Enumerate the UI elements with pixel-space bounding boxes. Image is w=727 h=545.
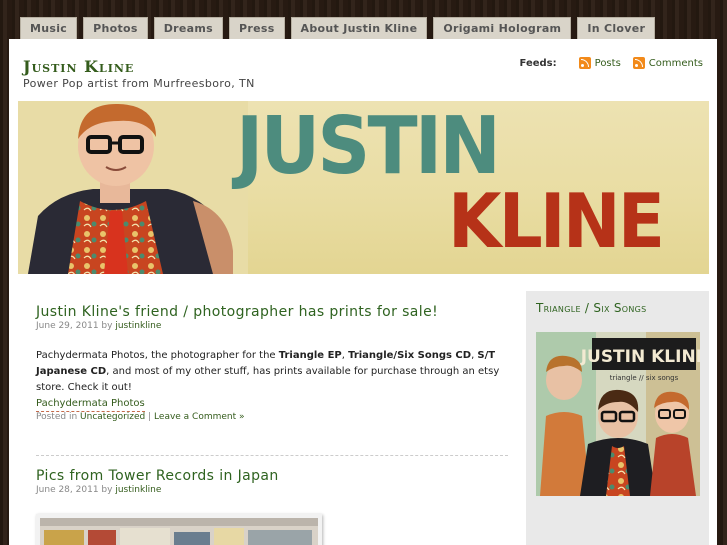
nav-tab-about[interactable]: About Justin Kline (290, 17, 428, 39)
tower-records-photo[interactable] (36, 514, 322, 545)
post-divider (36, 455, 508, 456)
banner-justin-text: JUSTIN (236, 101, 501, 192)
sidebar: Triangle / Six Songs JUSTIN KLINE triang… (526, 291, 709, 545)
posted-in-label: Posted in (36, 412, 78, 422)
album-cover-subtitle: triangle // six songs (610, 374, 679, 382)
site-title-link[interactable]: Justin Kline (23, 57, 134, 76)
post-by: by (101, 321, 113, 331)
feed-posts-link[interactable]: Posts (595, 58, 621, 69)
post-title-link[interactable]: Pics from Tower Records in Japan (36, 468, 279, 484)
post-meta: June 29, 2011 by justinkline (36, 321, 161, 331)
nav-tab-origami-hologram[interactable]: Origami Hologram (433, 17, 572, 39)
category-link[interactable]: Uncategorized (80, 412, 145, 422)
album-cover-text: JUSTIN KLINE (580, 347, 700, 367)
album-cover-image[interactable]: JUSTIN KLINE triangle // six songs (536, 332, 700, 496)
post-by: by (101, 485, 113, 495)
tower-records-photo-image (40, 518, 318, 545)
leave-comment-link[interactable]: Leave a Comment » (154, 412, 244, 422)
post-author-link[interactable]: justinkline (115, 321, 161, 331)
artist-photo (18, 101, 248, 274)
album-cover-art: JUSTIN KLINE triangle // six songs (536, 332, 700, 496)
feeds: Feeds: Posts Comments (520, 57, 705, 69)
post-body: Pachydermata Photos, the photographer fo… (36, 348, 506, 412)
nav-tab-dreams[interactable]: Dreams (153, 17, 223, 39)
footer-separator: | (148, 412, 152, 422)
banner-kline-text: KLINE (448, 177, 665, 265)
nav-tab-photos[interactable]: Photos (83, 17, 148, 39)
post-bold-text: Triangle/Six Songs CD (348, 350, 472, 361)
feed-comments-link[interactable]: Comments (649, 58, 703, 69)
main-nav: Music Photos Dreams Press About Justin K… (20, 17, 656, 39)
sidebar-widget-title: Triangle / Six Songs (536, 301, 647, 315)
post-meta: June 28, 2011 by justinkline (36, 485, 161, 495)
post-text: Pachydermata Photos, the photographer fo… (36, 350, 279, 361)
rss-icon[interactable] (578, 57, 591, 69)
site-description: Power Pop artist from Murfreesboro, TN (23, 77, 255, 90)
post-date: June 29, 2011 (36, 321, 99, 331)
feeds-label: Feeds: (519, 57, 557, 69)
post-date: June 28, 2011 (36, 485, 99, 495)
post-footer: Posted in Uncategorized | Leave a Commen… (36, 412, 245, 422)
nav-tab-music[interactable]: Music (20, 17, 78, 39)
nav-tab-press[interactable]: Press (229, 17, 285, 39)
rss-icon[interactable] (632, 57, 645, 69)
post-text: , and most of my other stuff, has prints… (36, 366, 500, 393)
post-author-link[interactable]: justinkline (115, 485, 161, 495)
pachydermata-photos-link[interactable]: Pachydermata Photos (36, 398, 145, 412)
header-banner[interactable]: JUSTIN KLINE (18, 101, 709, 274)
page-container: Justin Kline Power Pop artist from Murfr… (9, 39, 717, 545)
post-bold-text: Triangle EP (278, 350, 342, 361)
nav-tab-in-clover[interactable]: In Clover (577, 17, 656, 39)
post-title-link[interactable]: Justin Kline's friend / photographer has… (36, 304, 438, 320)
